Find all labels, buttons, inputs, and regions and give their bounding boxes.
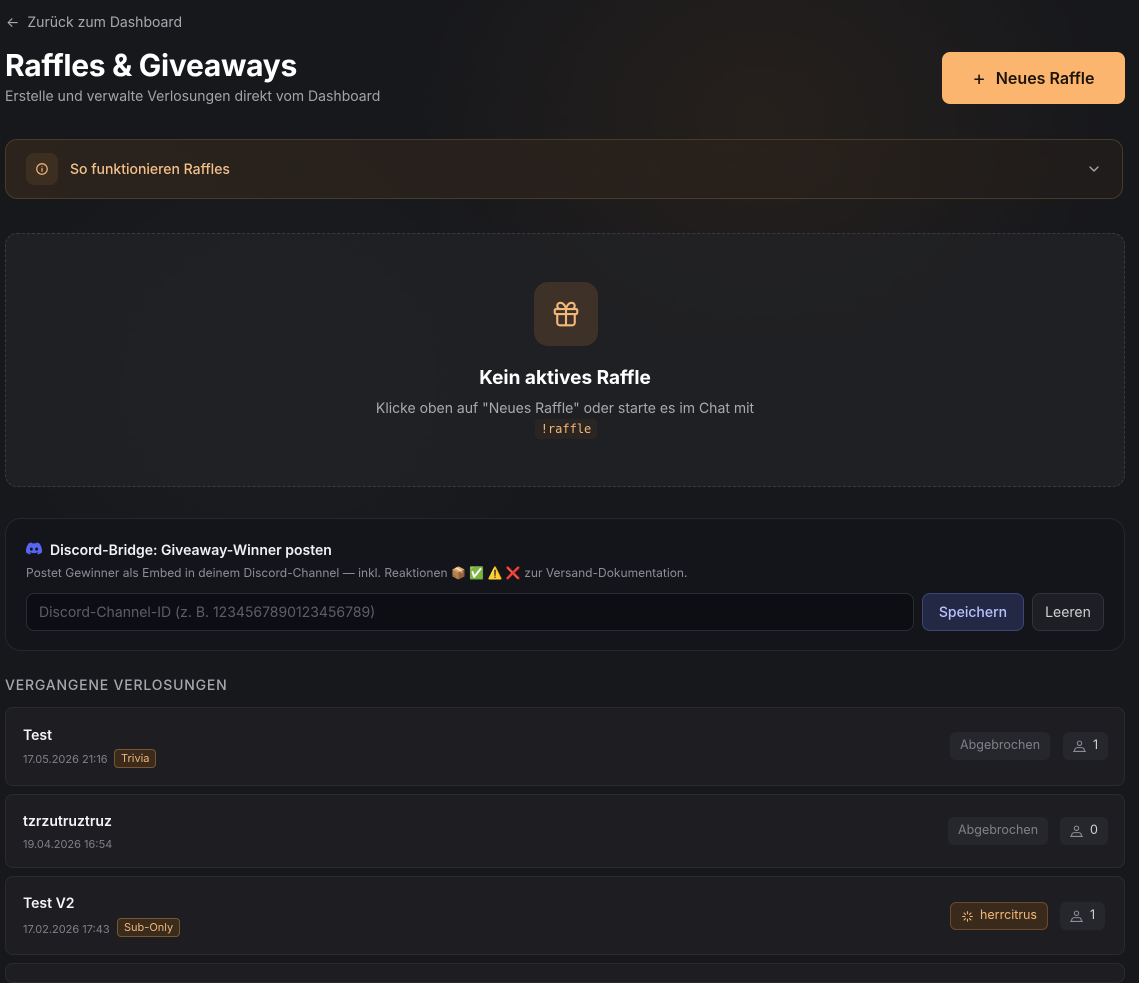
gift-icon — [534, 282, 598, 346]
raffle-type-badge: Sub-Only — [117, 918, 181, 937]
arrow-left-icon: ← — [6, 14, 20, 31]
participants-icon — [1070, 825, 1083, 837]
raffle-command-code: !raffle — [535, 419, 597, 439]
raffle-date: 17.02.2026 17:43 — [23, 922, 110, 936]
page-title: Raffles & Giveaways — [5, 48, 297, 84]
past-raffle-row[interactable]: tzrzutruztruz 19.04.2026 16:54 Abgebroch… — [5, 794, 1125, 868]
raffle-type-badge: Trivia — [114, 749, 157, 768]
discord-bridge-description: Postet Gewinner als Embed in deinem Disc… — [26, 565, 688, 580]
how-raffles-work-accordion[interactable]: So funktionieren Raffles — [5, 139, 1123, 199]
participants-icon — [1070, 910, 1083, 922]
plus-icon: + — [972, 66, 986, 90]
empty-state-heading: Kein aktives Raffle — [479, 366, 651, 389]
page-subtitle: Erstelle und verwalte Verlosungen direkt… — [5, 88, 381, 105]
participants-icon — [1073, 740, 1086, 752]
raffle-date: 19.04.2026 16:54 — [23, 837, 113, 851]
participants-count: 1 — [1063, 732, 1109, 760]
info-icon — [26, 153, 58, 185]
status-badge: Abgebrochen — [950, 732, 1051, 760]
back-link-label: Zurück zum Dashboard — [27, 14, 183, 31]
new-raffle-button[interactable]: + Neues Raffle — [942, 52, 1125, 104]
raffle-name: Test — [23, 727, 53, 744]
discord-bridge-panel: Discord-Bridge: Giveaway-Winner posten P… — [5, 518, 1125, 651]
clear-button[interactable]: Leeren — [1032, 593, 1104, 631]
raffle-date: 17.05.2026 21:16 — [23, 752, 108, 766]
discord-bridge-heading: Discord-Bridge: Giveaway-Winner posten — [50, 542, 332, 559]
discord-icon — [26, 542, 43, 559]
past-raffles-heading: Vergangene Verlosungen — [5, 677, 228, 694]
status-badge: Abgebrochen — [948, 817, 1049, 845]
chevron-down-icon[interactable] — [1086, 161, 1102, 181]
raffle-name: tzrzutruztruz — [23, 813, 112, 830]
sparkle-icon — [962, 910, 973, 922]
past-raffle-row-partial[interactable] — [5, 963, 1125, 983]
new-raffle-label: Neues Raffle — [995, 68, 1095, 88]
winner-badge: herrcitrus — [950, 902, 1049, 930]
empty-state-text: Klicke oben auf "Neues Raffle" oder star… — [375, 400, 755, 417]
discord-channel-id-input[interactable] — [26, 593, 914, 631]
raffle-name: Test V2 — [23, 895, 75, 912]
back-to-dashboard-link[interactable]: ← Zurück zum Dashboard — [6, 14, 182, 31]
participants-count: 1 — [1060, 902, 1106, 930]
winner-name: herrcitrus — [980, 908, 1038, 923]
how-raffles-work-label: So funktionieren Raffles — [70, 160, 230, 178]
participants-count: 0 — [1060, 817, 1108, 845]
past-raffle-row[interactable]: Test 17.05.2026 21:16 Trivia Abgebrochen… — [5, 707, 1125, 786]
save-button[interactable]: Speichern — [922, 593, 1024, 631]
past-raffle-row[interactable]: Test V2 17.02.2026 17:43 Sub-Only herrci… — [5, 876, 1125, 955]
empty-state-panel: Kein aktives Raffle Klicke oben auf "Neu… — [5, 233, 1125, 487]
